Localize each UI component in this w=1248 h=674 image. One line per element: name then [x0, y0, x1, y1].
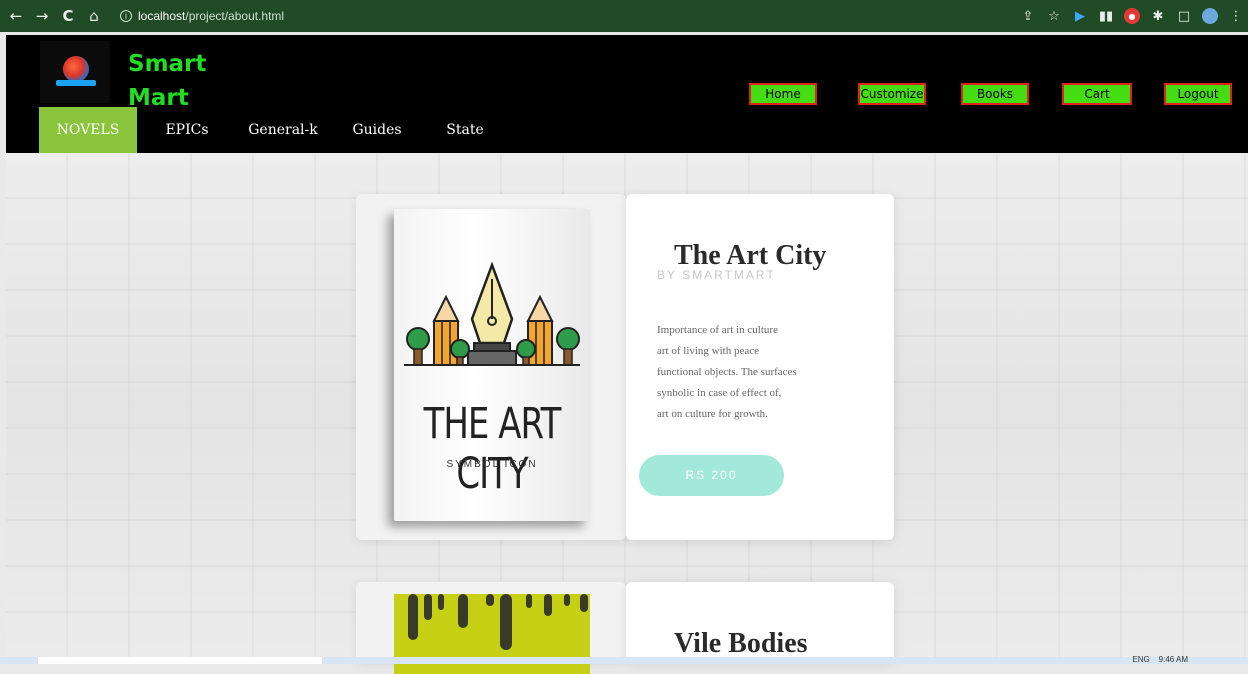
browser-actions: ⇪ ☆ ▶ ▮▮ ● ✱ □ ⋮ [1020, 0, 1244, 32]
address-bar[interactable]: i localhost/project/about.html [120, 9, 284, 23]
description-line: synbolic in case of effect of, [657, 387, 782, 399]
url-host: localhost [138, 9, 186, 23]
menu-kebab-icon[interactable]: ⋮ [1228, 8, 1244, 24]
product-title: Vile Bodies [674, 628, 808, 659]
category-bar: NOVELS EPICs General-k Guides State [6, 107, 1248, 153]
home-icon[interactable]: ⌂ [84, 7, 104, 25]
description-line: art of living with peace [657, 345, 760, 357]
book-cover[interactable]: THE ART CITY SYMBOL ICON [394, 209, 590, 521]
product-image-card [356, 582, 626, 674]
url-path: /project/about.html [185, 9, 285, 23]
nav-home-button[interactable]: Home [749, 83, 817, 105]
page-content: THE ART CITY SYMBOL ICON The Art City BY… [6, 153, 1248, 674]
tab-guides[interactable]: Guides [346, 107, 408, 153]
art-city-illustration-icon [404, 261, 580, 366]
brand-name: Smart Mart [128, 47, 258, 115]
tray-language: ENG [1132, 655, 1150, 664]
brand-line-1: Smart [128, 51, 207, 77]
product-byline: BY SMARTMART [657, 268, 776, 282]
globe-icon [63, 56, 89, 82]
product-image-card: THE ART CITY SYMBOL ICON [356, 194, 626, 540]
profile-avatar-icon[interactable] [1202, 8, 1218, 24]
description-line: functional objects. The surfaces [657, 366, 797, 378]
forward-icon[interactable]: → [32, 7, 52, 25]
cover-title: THE ART CITY [423, 399, 562, 499]
product-info-card: The Art City BY SMARTMART Importance of … [626, 194, 894, 540]
tab-general-k[interactable]: General-k [236, 107, 330, 153]
extensions-puzzle-icon[interactable]: ✱ [1150, 8, 1166, 24]
browser-toolbar: ← → C ⌂ i localhost/project/about.html ⇪… [0, 0, 1248, 32]
price-button[interactable]: RS 200 [639, 455, 784, 496]
tab-novels[interactable]: NOVELS [39, 107, 137, 153]
nav-books-button[interactable]: Books [961, 83, 1029, 105]
share-icon[interactable]: ⇪ [1020, 8, 1036, 24]
bookmark-star-icon[interactable]: ☆ [1046, 8, 1062, 24]
cover-subtitle: SYMBOL ICON [446, 459, 538, 470]
nav-customize-button[interactable]: Customize [858, 83, 926, 105]
description-line: art on culture for growth. [657, 408, 768, 420]
reload-icon[interactable]: C [58, 7, 78, 25]
description-line: Importance of art in culture [657, 324, 778, 336]
extension-play-icon[interactable]: ▶ [1072, 8, 1088, 24]
tray-time: 9:46 AM [1158, 655, 1188, 664]
site-info-icon[interactable]: i [120, 10, 132, 22]
book-icon [56, 80, 96, 86]
site-header: Smart Mart Home Customize Books Cart Log… [6, 35, 1248, 153]
system-tray: ENG 9:46 AM [1132, 655, 1188, 664]
back-icon[interactable]: ← [6, 7, 26, 25]
side-panel-icon[interactable]: □ [1176, 8, 1192, 24]
product-info-card: Vile Bodies [626, 582, 894, 662]
tab-epics[interactable]: EPICs [152, 107, 222, 153]
extension-pause-icon[interactable]: ▮▮ [1098, 8, 1114, 24]
taskbar-search[interactable] [38, 657, 322, 664]
os-taskbar: ENG 9:46 AM [0, 655, 1248, 664]
nav-logout-button[interactable]: Logout [1164, 83, 1232, 105]
product-description: Importance of art in culture art of livi… [657, 320, 847, 425]
extension-red-icon[interactable]: ● [1124, 8, 1140, 24]
tab-state[interactable]: State [434, 107, 496, 153]
nav-cart-button[interactable]: Cart [1062, 83, 1132, 105]
logo[interactable] [40, 41, 110, 103]
